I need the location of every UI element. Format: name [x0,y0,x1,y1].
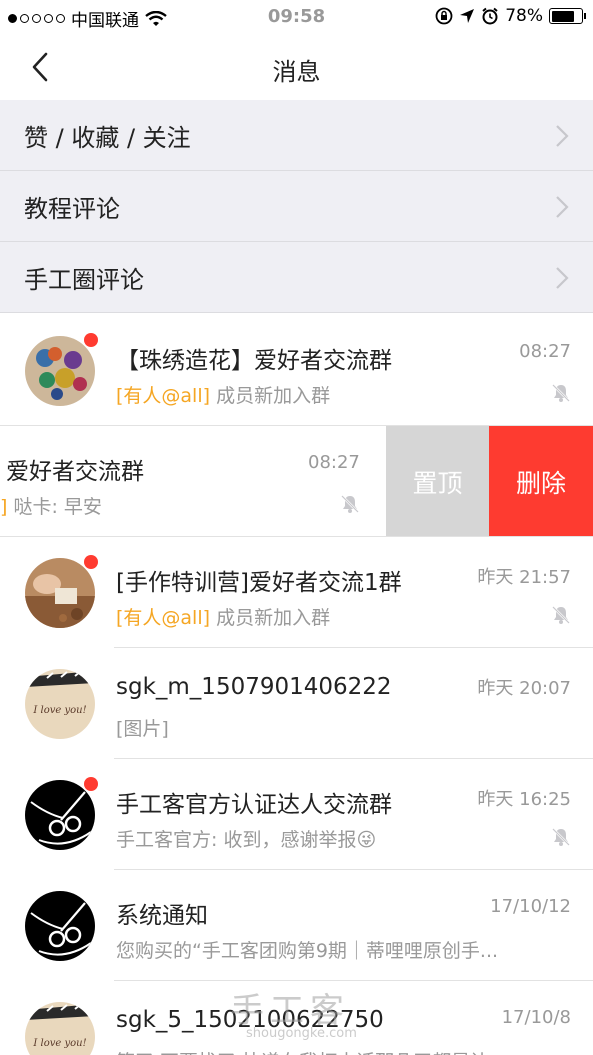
orientation-lock-icon [435,7,453,25]
unread-dot [84,333,98,347]
mention-tag: [有人@all] [116,385,211,407]
conversation-item-swiped[interactable]: 爱好者交流群 08:27 ] 哒卡: 早安 置顶 删除 [0,426,593,537]
conversation-time: 17/10/12 [490,896,571,917]
menu-item-label: 手工圈评论 [24,265,144,294]
alarm-icon [482,7,498,25]
conversation-time: 昨天 20:07 [477,678,571,699]
chevron-right-icon [556,267,569,289]
chevron-right-icon [556,196,569,218]
scissors-logo-avatar [25,891,95,961]
mention-tag: [有人@all] [116,607,211,629]
butterfly-embroidery-avatar [25,336,95,406]
delete-button[interactable]: 删除 [489,426,593,537]
preview-text: 成员新加入群 [210,607,331,629]
conversation-preview: [有人@all] 成员新加入群 [116,603,330,630]
avatar-card-text: I love you! [32,1038,86,1049]
i-love-you-card-avatar: I love you! [25,1002,95,1055]
menu-item-label: 赞 / 收藏 / 关注 [24,123,191,152]
conversation-time: 昨天 16:25 [477,789,571,810]
menu-item-label: 教程评论 [24,194,120,223]
menu-item-likes-favorites-follows[interactable]: 赞 / 收藏 / 关注 [0,100,593,171]
conversation-list: 【珠绣造花】爱好者交流群 08:27 [有人@all] 成员新加入群 爱好者交流… [0,315,593,1055]
conversation-time: 昨天 21:57 [477,567,571,588]
battery-percent: 78% [505,6,543,26]
conversation-name: [手作特训营]爱好者交流1群 [116,570,402,596]
woodcraft-avatar [25,558,95,628]
menu-item-circle-comments[interactable]: 手工圈评论 [0,242,593,313]
preview-text: 成员新加入群 [210,385,331,407]
nav-bar: 消息 [0,34,593,100]
preview-text: 哒卡: 早安 [7,496,102,518]
conversation-item[interactable]: 手工客官方认证达人交流群 昨天 16:25 手工客官方: 收到，感谢举报😜 [0,759,593,870]
conversation-preview: 等了 不要找了 快递在我打电话那几天都是让 [116,1047,489,1055]
conversation-item[interactable]: 【珠绣造花】爱好者交流群 08:27 [有人@all] 成员新加入群 [0,315,593,426]
page-title: 消息 [272,58,321,86]
conversation-name: sgk_m_1507901406222 [116,674,392,700]
conversation-preview: ] 哒卡: 早安 [0,492,102,519]
conversation-time: 08:27 [519,341,571,362]
scissors-logo-avatar [25,780,95,850]
chevron-right-icon [556,125,569,147]
conversation-item[interactable]: 系统通知 17/10/12 您购买的“手工客团购第9期｜蒂哩哩原创手... [0,870,593,981]
status-bar: 中国联通 09:58 78% [0,0,593,34]
menu-item-tutorial-comments[interactable]: 教程评论 [0,171,593,242]
unread-dot [84,555,98,569]
pin-button[interactable]: 置顶 [386,426,489,537]
conversation-time: 17/10/8 [501,1007,571,1028]
conversation-preview: [有人@all] 成员新加入群 [116,381,330,408]
conversation-preview: 手工客官方: 收到，感谢举报😜 [116,829,377,851]
location-arrow-icon [460,9,475,23]
conversation-time: 08:27 [308,452,360,473]
conversation-name: 爱好者交流群 [6,459,144,485]
conversation-name: 【珠绣造花】爱好者交流群 [116,348,392,374]
conversation-item[interactable]: I love you! sgk_m_1507901406222 昨天 20:07… [0,648,593,759]
unread-dot [84,777,98,791]
mute-bell-icon [552,606,570,624]
conversation-item[interactable]: [手作特训营]爱好者交流1群 昨天 21:57 [有人@all] 成员新加入群 [0,537,593,648]
conversation-preview: [图片] [116,718,169,740]
i-love-you-card-avatar: I love you! [25,669,95,739]
mute-bell-icon [552,828,570,846]
mute-bell-icon [552,384,570,402]
watermark-logo: 手工客 [230,991,350,1031]
conversation-name: 手工客官方认证达人交流群 [116,792,392,818]
message-category-menu: 赞 / 收藏 / 关注 教程评论 手工圈评论 [0,100,593,313]
avatar-card-text: I love you! [32,705,86,716]
conversation-preview: 您购买的“手工客团购第9期｜蒂哩哩原创手... [116,940,499,962]
swiped-row-content[interactable]: 爱好者交流群 08:27 ] 哒卡: 早安 [0,426,386,537]
conversation-name: 系统通知 [116,903,208,929]
mute-bell-icon [341,495,359,513]
battery-icon [549,8,586,24]
watermark-url: shougongke.com [246,1026,357,1041]
